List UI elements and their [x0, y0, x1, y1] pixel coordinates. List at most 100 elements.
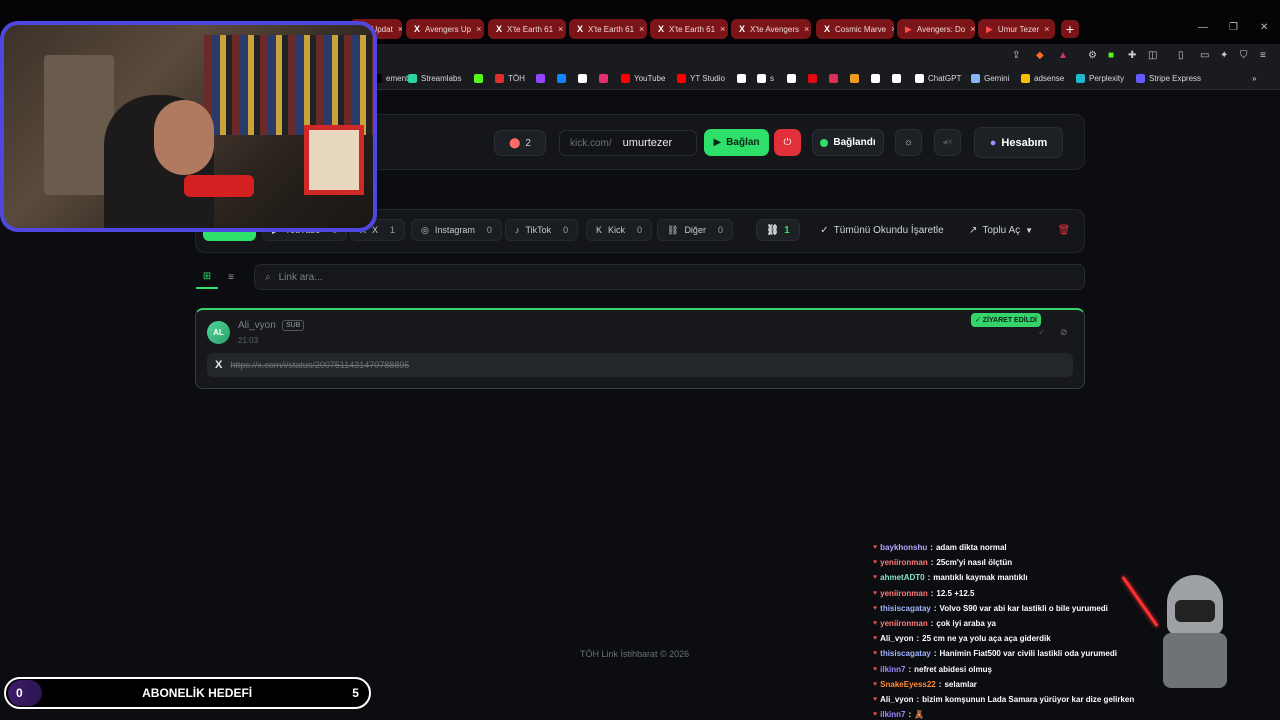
- delete-all-button[interactable]: 🗑: [1053, 219, 1075, 241]
- grid-view-button[interactable]: ⊞: [196, 265, 218, 289]
- bookmark-item[interactable]: [808, 74, 821, 83]
- bookmark-item[interactable]: [474, 74, 487, 83]
- bookmark-icon: [474, 74, 483, 83]
- filter-tab-icon: K: [596, 225, 603, 235]
- bookmark-item[interactable]: [892, 74, 905, 83]
- bookmark-item[interactable]: [829, 74, 842, 83]
- vpn-icon[interactable]: ⛉: [1240, 50, 1248, 61]
- link-row[interactable]: X https://x.com/i/status/200751143147078…: [207, 353, 1073, 377]
- bookmark-item[interactable]: ChatGPT: [915, 74, 961, 83]
- theme-toggle-button[interactable]: ☼: [895, 129, 922, 156]
- disconnect-button[interactable]: ⏻: [774, 129, 801, 156]
- chat-badge-icon: ♥: [873, 604, 878, 612]
- bookmark-item[interactable]: [850, 74, 863, 83]
- microphone-shape: [184, 175, 254, 197]
- extension-kick-icon[interactable]: ■: [1108, 50, 1114, 61]
- chat-text: nefret abidesi olmuş: [914, 664, 992, 674]
- filter-tab[interactable]: ♪ TikTok 0: [505, 219, 579, 241]
- filter-tab-count: 1: [390, 225, 396, 235]
- bookmark-item[interactable]: [787, 74, 800, 83]
- x-logo-icon: X: [414, 24, 421, 34]
- link-url[interactable]: https://x.com/i/status/20075114314707888…: [230, 360, 409, 370]
- bookmark-item[interactable]: YouTube: [621, 74, 665, 83]
- leo-ai-icon[interactable]: ✦: [1220, 50, 1228, 61]
- more-bookmarks-icon[interactable]: »: [1252, 74, 1256, 83]
- filter-tab-count: 0: [637, 225, 643, 235]
- chat-message: ♥ SnakeEyess22: selamlar: [873, 677, 1163, 692]
- maximize-icon[interactable]: ❐: [1229, 22, 1238, 33]
- filter-tab[interactable]: ◎ Instagram 0: [411, 219, 502, 241]
- bookmark-item[interactable]: [578, 74, 591, 83]
- wallet-icon[interactable]: ▭: [1200, 50, 1209, 61]
- bookmark-item[interactable]: Stripe Express: [1136, 74, 1201, 83]
- bookmark-icon: [557, 74, 566, 83]
- sound-toggle-button[interactable]: ◂×: [934, 129, 961, 156]
- bookmark-item[interactable]: [737, 74, 750, 83]
- bookmark-item[interactable]: adsense: [1021, 74, 1064, 83]
- mark-all-read-button[interactable]: ✓ Tümünü Okundu İşaretle: [812, 219, 952, 241]
- camera-icon[interactable]: ◫: [1148, 50, 1157, 61]
- chat-separator: :: [933, 603, 937, 613]
- frame-shape: [304, 125, 364, 195]
- search-input[interactable]: ⌕ Link ara...: [254, 264, 1085, 290]
- tab-label: X'te Earth 61: [588, 24, 635, 34]
- account-button[interactable]: ● Hesabım: [974, 127, 1063, 158]
- bookmark-icon: [871, 74, 880, 83]
- browser-tab[interactable]: ▶ Avengers: Do ×: [897, 19, 975, 39]
- close-tab-icon[interactable]: ×: [720, 24, 725, 34]
- bookmark-item[interactable]: YT Studio: [677, 74, 725, 83]
- browser-tab[interactable]: X X'te Earth 61 ×: [488, 19, 566, 39]
- menu-icon[interactable]: ≡: [1260, 50, 1266, 61]
- brave-shield-icon[interactable]: ◆: [1036, 50, 1044, 61]
- dismiss-icon[interactable]: ⊘: [1060, 327, 1068, 338]
- close-tab-icon[interactable]: ×: [1044, 24, 1049, 34]
- external-link-icon: ↗: [968, 224, 978, 236]
- connect-button[interactable]: ▶ Bağlan: [704, 129, 769, 156]
- browser-tab[interactable]: ▶ Umur Tezer ×: [978, 19, 1055, 39]
- bulk-open-button[interactable]: ↗ Toplu Aç ▼: [960, 219, 1042, 241]
- close-tab-icon[interactable]: ×: [639, 24, 644, 34]
- chat-separator: :: [916, 694, 920, 704]
- filter-tab[interactable]: K Kick 0: [586, 219, 653, 241]
- filter-tab[interactable]: ⛓ Diğer 0: [657, 219, 733, 241]
- bookmark-item[interactable]: [599, 74, 612, 83]
- browser-tab[interactable]: X Avengers Up ×: [406, 19, 484, 39]
- youtube-icon: ▶: [905, 23, 912, 34]
- new-tab-button[interactable]: +: [1061, 20, 1079, 38]
- browser-tab[interactable]: X Cosmic Marve ×: [816, 19, 894, 39]
- bookmark-item[interactable]: Gemini: [971, 74, 1009, 83]
- bookmark-item[interactable]: ements: [373, 74, 412, 83]
- puzzle-icon[interactable]: ✚: [1128, 50, 1136, 61]
- check-icon[interactable]: ✓: [1038, 327, 1046, 338]
- browser-tab[interactable]: X X'te Earth 61 ×: [650, 19, 728, 39]
- close-tab-icon[interactable]: ×: [558, 24, 563, 34]
- bookmark-item[interactable]: [557, 74, 570, 83]
- channel-name[interactable]: umurtezer: [623, 137, 673, 149]
- bookmark-item[interactable]: Perplexity: [1076, 74, 1124, 83]
- browser-tab[interactable]: X X'te Avengers ×: [731, 19, 811, 39]
- x-logo-icon: X: [215, 359, 223, 371]
- list-view-button[interactable]: ≡: [220, 265, 242, 289]
- close-tab-icon[interactable]: ×: [891, 24, 894, 34]
- filter-tab-label: Instagram: [434, 225, 475, 235]
- chat-separator: :: [930, 588, 934, 598]
- minimize-icon[interactable]: —: [1198, 22, 1208, 33]
- bookmark-item[interactable]: [871, 74, 884, 83]
- browser-tab[interactable]: X X'te Earth 61 ×: [569, 19, 647, 39]
- channel-input[interactable]: kick.com/ umurtezer: [559, 130, 697, 156]
- user-icon: ●: [989, 136, 997, 149]
- share-icon[interactable]: ⇪: [1012, 50, 1020, 61]
- close-tab-icon[interactable]: ×: [970, 24, 975, 34]
- close-tab-icon[interactable]: ×: [804, 24, 809, 34]
- bookmark-item[interactable]: [536, 74, 549, 83]
- sidebar-icon[interactable]: ▯: [1178, 50, 1184, 61]
- bookmark-item[interactable]: s: [757, 74, 774, 83]
- close-tab-icon[interactable]: ×: [398, 24, 402, 34]
- chat-text: mantıklı kaymak mantıklı: [933, 573, 1028, 583]
- rewards-icon[interactable]: ▲: [1058, 50, 1068, 61]
- close-window-icon[interactable]: ✕: [1260, 22, 1268, 33]
- close-tab-icon[interactable]: ×: [476, 24, 481, 34]
- bookmark-item[interactable]: TÖH: [495, 74, 525, 83]
- bookmark-item[interactable]: Streamlabs: [408, 74, 461, 83]
- extension-icon[interactable]: ⚙: [1088, 50, 1097, 61]
